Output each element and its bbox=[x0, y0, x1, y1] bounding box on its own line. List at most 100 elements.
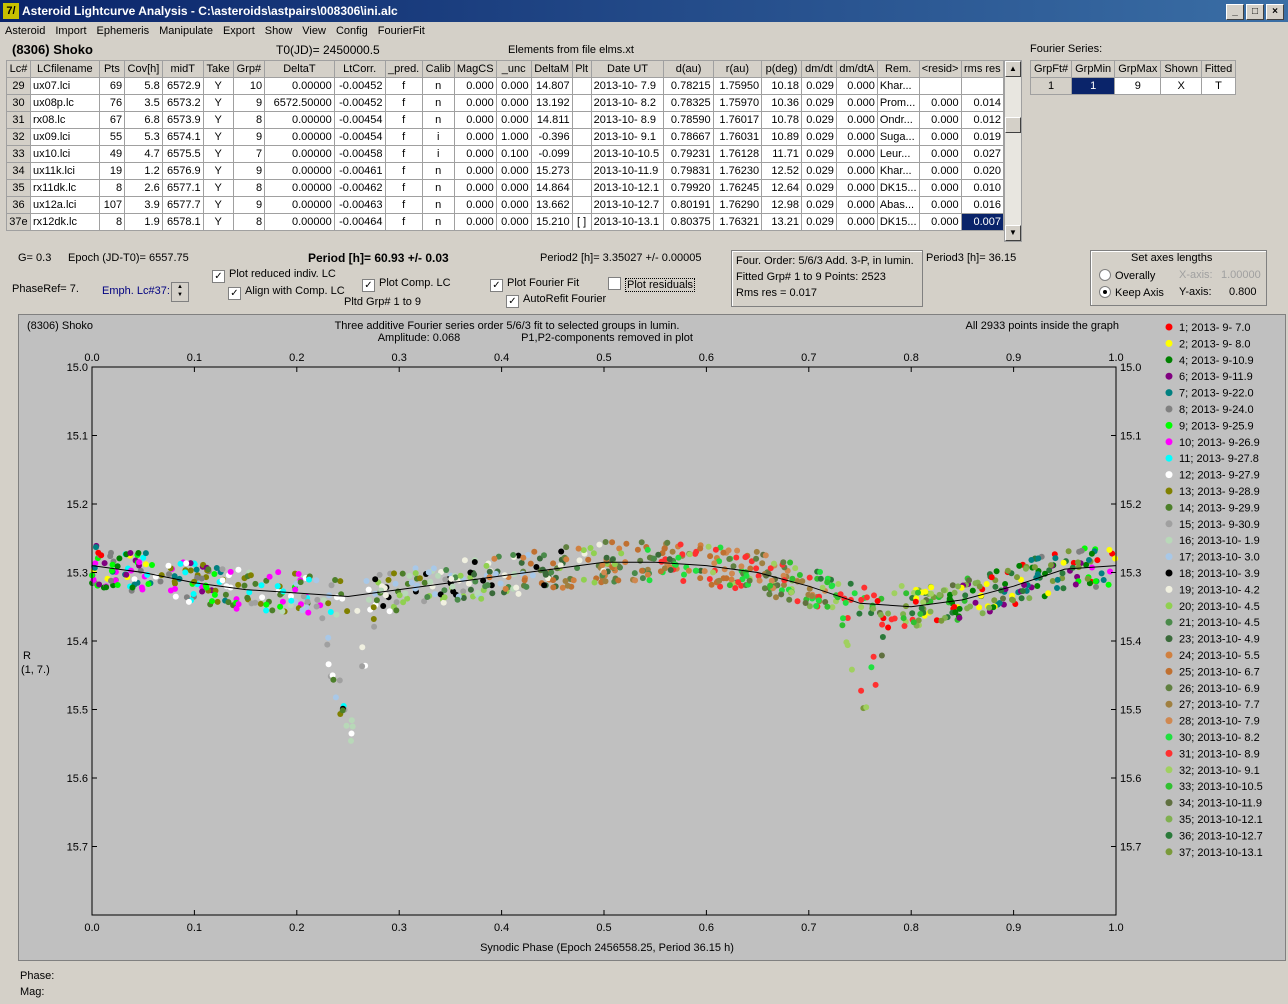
table-cell[interactable]: 6577.1 bbox=[161, 179, 204, 197]
table-cell[interactable]: ux07.lci bbox=[29, 77, 100, 95]
row-header[interactable]: 33 bbox=[6, 145, 31, 163]
table-cell[interactable]: -0.00458 bbox=[333, 145, 386, 163]
table-cell[interactable]: -0.099 bbox=[530, 145, 573, 163]
table-cell[interactable]: 6572.9 bbox=[161, 77, 204, 95]
scroll-up-icon[interactable]: ▲ bbox=[1005, 61, 1021, 77]
table-cell[interactable]: 13.662 bbox=[530, 196, 573, 214]
table-cell[interactable]: 8 bbox=[98, 213, 126, 231]
autorefit-checkbox[interactable]: ✓ AutoRefit Fourier bbox=[506, 293, 606, 308]
table-cell[interactable]: 0.029 bbox=[800, 145, 837, 163]
table-cell[interactable]: 0.010 bbox=[960, 179, 1005, 197]
lc-col-header[interactable]: Cov[h] bbox=[124, 60, 163, 78]
lc-col-header[interactable]: <resid> bbox=[918, 60, 962, 78]
table-cell[interactable]: 0.029 bbox=[800, 111, 837, 129]
table-cell[interactable]: 0.000 bbox=[495, 196, 532, 214]
table-cell[interactable]: 0.007 bbox=[960, 213, 1005, 231]
table-cell[interactable]: 0.000 bbox=[918, 213, 962, 231]
fourier-cell-fitted[interactable]: T bbox=[1200, 77, 1237, 95]
table-row[interactable]: 33 ux10.lci 49 4.7 6575.5 Y 7 0.00000 -0.00458 f i… bbox=[6, 145, 1005, 163]
minimize-button[interactable]: _ bbox=[1226, 4, 1244, 20]
table-cell[interactable]: 2013-10-12.7 bbox=[590, 196, 665, 214]
table-cell[interactable]: 6575.5 bbox=[161, 145, 204, 163]
table-cell[interactable]: 0.000 bbox=[918, 94, 962, 112]
table-cell[interactable]: ux11k.lci bbox=[29, 162, 100, 180]
menu-asteroid[interactable]: Asteroid bbox=[0, 23, 50, 39]
menu-ephemeris[interactable]: Ephemeris bbox=[92, 23, 155, 39]
table-cell[interactable]: 0.80191 bbox=[663, 196, 714, 214]
table-cell[interactable]: 0.000 bbox=[835, 94, 878, 112]
table-cell[interactable]: 1.76230 bbox=[712, 162, 763, 180]
menu-export[interactable]: Export bbox=[218, 23, 260, 39]
table-cell[interactable]: Y bbox=[202, 111, 234, 129]
table-cell[interactable]: 0.000 bbox=[495, 213, 532, 231]
align-comp-checkbox[interactable]: ✓ Align with Comp. LC bbox=[228, 285, 345, 300]
lc-col-header[interactable]: _pred. bbox=[384, 60, 423, 78]
table-cell[interactable]: -0.00463 bbox=[333, 196, 386, 214]
fourier-cell-grpmin[interactable]: 1 bbox=[1071, 77, 1116, 95]
table-cell[interactable]: Leur... bbox=[876, 145, 920, 163]
lc-col-header[interactable]: dm/dtA bbox=[835, 60, 878, 78]
lc-col-header[interactable]: r(au) bbox=[712, 60, 763, 78]
table-cell[interactable]: 15.273 bbox=[530, 162, 573, 180]
table-row[interactable]: 37e rx12dk.lc 8 1.9 6578.1 Y 8 0.00000 -0.00464 f… bbox=[6, 213, 1005, 231]
table-cell[interactable]: i bbox=[421, 128, 455, 146]
table-cell[interactable]: 12.52 bbox=[761, 162, 802, 180]
table-cell[interactable]: 5.8 bbox=[124, 77, 163, 95]
row-header[interactable]: 32 bbox=[6, 128, 31, 146]
lc-col-header[interactable]: _unc bbox=[495, 60, 532, 78]
plot-comp-checkbox[interactable]: ✓ Plot Comp. LC bbox=[362, 277, 451, 292]
table-cell[interactable]: 0.000 bbox=[453, 128, 497, 146]
table-cell[interactable]: 0.019 bbox=[960, 128, 1005, 146]
row-header[interactable]: 35 bbox=[6, 179, 31, 197]
row-header[interactable]: 30 bbox=[6, 94, 31, 112]
table-cell[interactable]: 2013-10-10.5 bbox=[590, 145, 665, 163]
table-row[interactable]: 35 rx11dk.lc 8 2.6 6577.1 Y 8 0.00000 -0.00462 f n… bbox=[6, 179, 1005, 197]
table-cell[interactable]: 10.89 bbox=[761, 128, 802, 146]
table-cell[interactable]: 2013-10-13.1 bbox=[590, 213, 665, 231]
table-cell[interactable]: f bbox=[384, 179, 423, 197]
menu-view[interactable]: View bbox=[297, 23, 331, 39]
table-cell[interactable]: 12.64 bbox=[761, 179, 802, 197]
table-cell[interactable]: Y bbox=[202, 145, 234, 163]
table-cell[interactable]: 9 bbox=[232, 162, 266, 180]
table-cell[interactable]: 1.9 bbox=[124, 213, 163, 231]
lc-col-header[interactable]: midT bbox=[161, 60, 204, 78]
table-cell[interactable]: 0.000 bbox=[453, 196, 497, 214]
lc-col-header[interactable]: LCfilename bbox=[29, 60, 100, 78]
table-cell[interactable]: 1.76321 bbox=[712, 213, 763, 231]
table-cell[interactable]: 1.76290 bbox=[712, 196, 763, 214]
table-cell[interactable]: 0.000 bbox=[453, 145, 497, 163]
table-cell[interactable]: f bbox=[384, 94, 423, 112]
table-cell[interactable]: 1.75950 bbox=[712, 77, 763, 95]
table-cell[interactable]: 5.3 bbox=[124, 128, 163, 146]
keep-axis-radio[interactable]: Keep Axis bbox=[1099, 286, 1164, 299]
table-cell[interactable]: 0.000 bbox=[835, 145, 878, 163]
table-cell[interactable]: 6.8 bbox=[124, 111, 163, 129]
table-cell[interactable]: rx11dk.lc bbox=[29, 179, 100, 197]
table-cell[interactable] bbox=[960, 77, 1005, 95]
table-cell[interactable]: 2013-10-12.1 bbox=[590, 179, 665, 197]
lc-col-header[interactable]: p(deg) bbox=[761, 60, 802, 78]
fourier-table[interactable]: GrpFt# GrpMin GrpMax Shown Fitted 1 1 9 … bbox=[1029, 60, 1237, 95]
table-cell[interactable]: 1.76128 bbox=[712, 145, 763, 163]
table-cell[interactable]: 6577.7 bbox=[161, 196, 204, 214]
table-cell[interactable]: 0.012 bbox=[960, 111, 1005, 129]
table-cell[interactable]: 0.000 bbox=[918, 162, 962, 180]
table-cell[interactable]: 0.029 bbox=[800, 162, 837, 180]
table-cell[interactable]: 0.78590 bbox=[663, 111, 714, 129]
table-cell[interactable]: 6573.9 bbox=[161, 111, 204, 129]
table-cell[interactable]: 0.014 bbox=[960, 94, 1005, 112]
table-cell[interactable]: 76 bbox=[98, 94, 126, 112]
table-cell[interactable]: 0.000 bbox=[835, 77, 878, 95]
table-cell[interactable]: 15.210 bbox=[530, 213, 573, 231]
table-cell[interactable]: Khar... bbox=[876, 77, 920, 95]
table-cell[interactable]: 49 bbox=[98, 145, 126, 163]
fourier-cell-shown[interactable]: X bbox=[1160, 77, 1202, 95]
table-cell[interactable]: 0.029 bbox=[800, 213, 837, 231]
table-cell[interactable]: -0.00464 bbox=[333, 213, 386, 231]
table-cell[interactable]: 10.18 bbox=[761, 77, 802, 95]
table-cell[interactable]: 2013-10- 9.1 bbox=[590, 128, 665, 146]
table-cell[interactable]: 0.00000 bbox=[264, 213, 335, 231]
table-cell[interactable]: 2.6 bbox=[124, 179, 163, 197]
table-cell[interactable]: 67 bbox=[98, 111, 126, 129]
